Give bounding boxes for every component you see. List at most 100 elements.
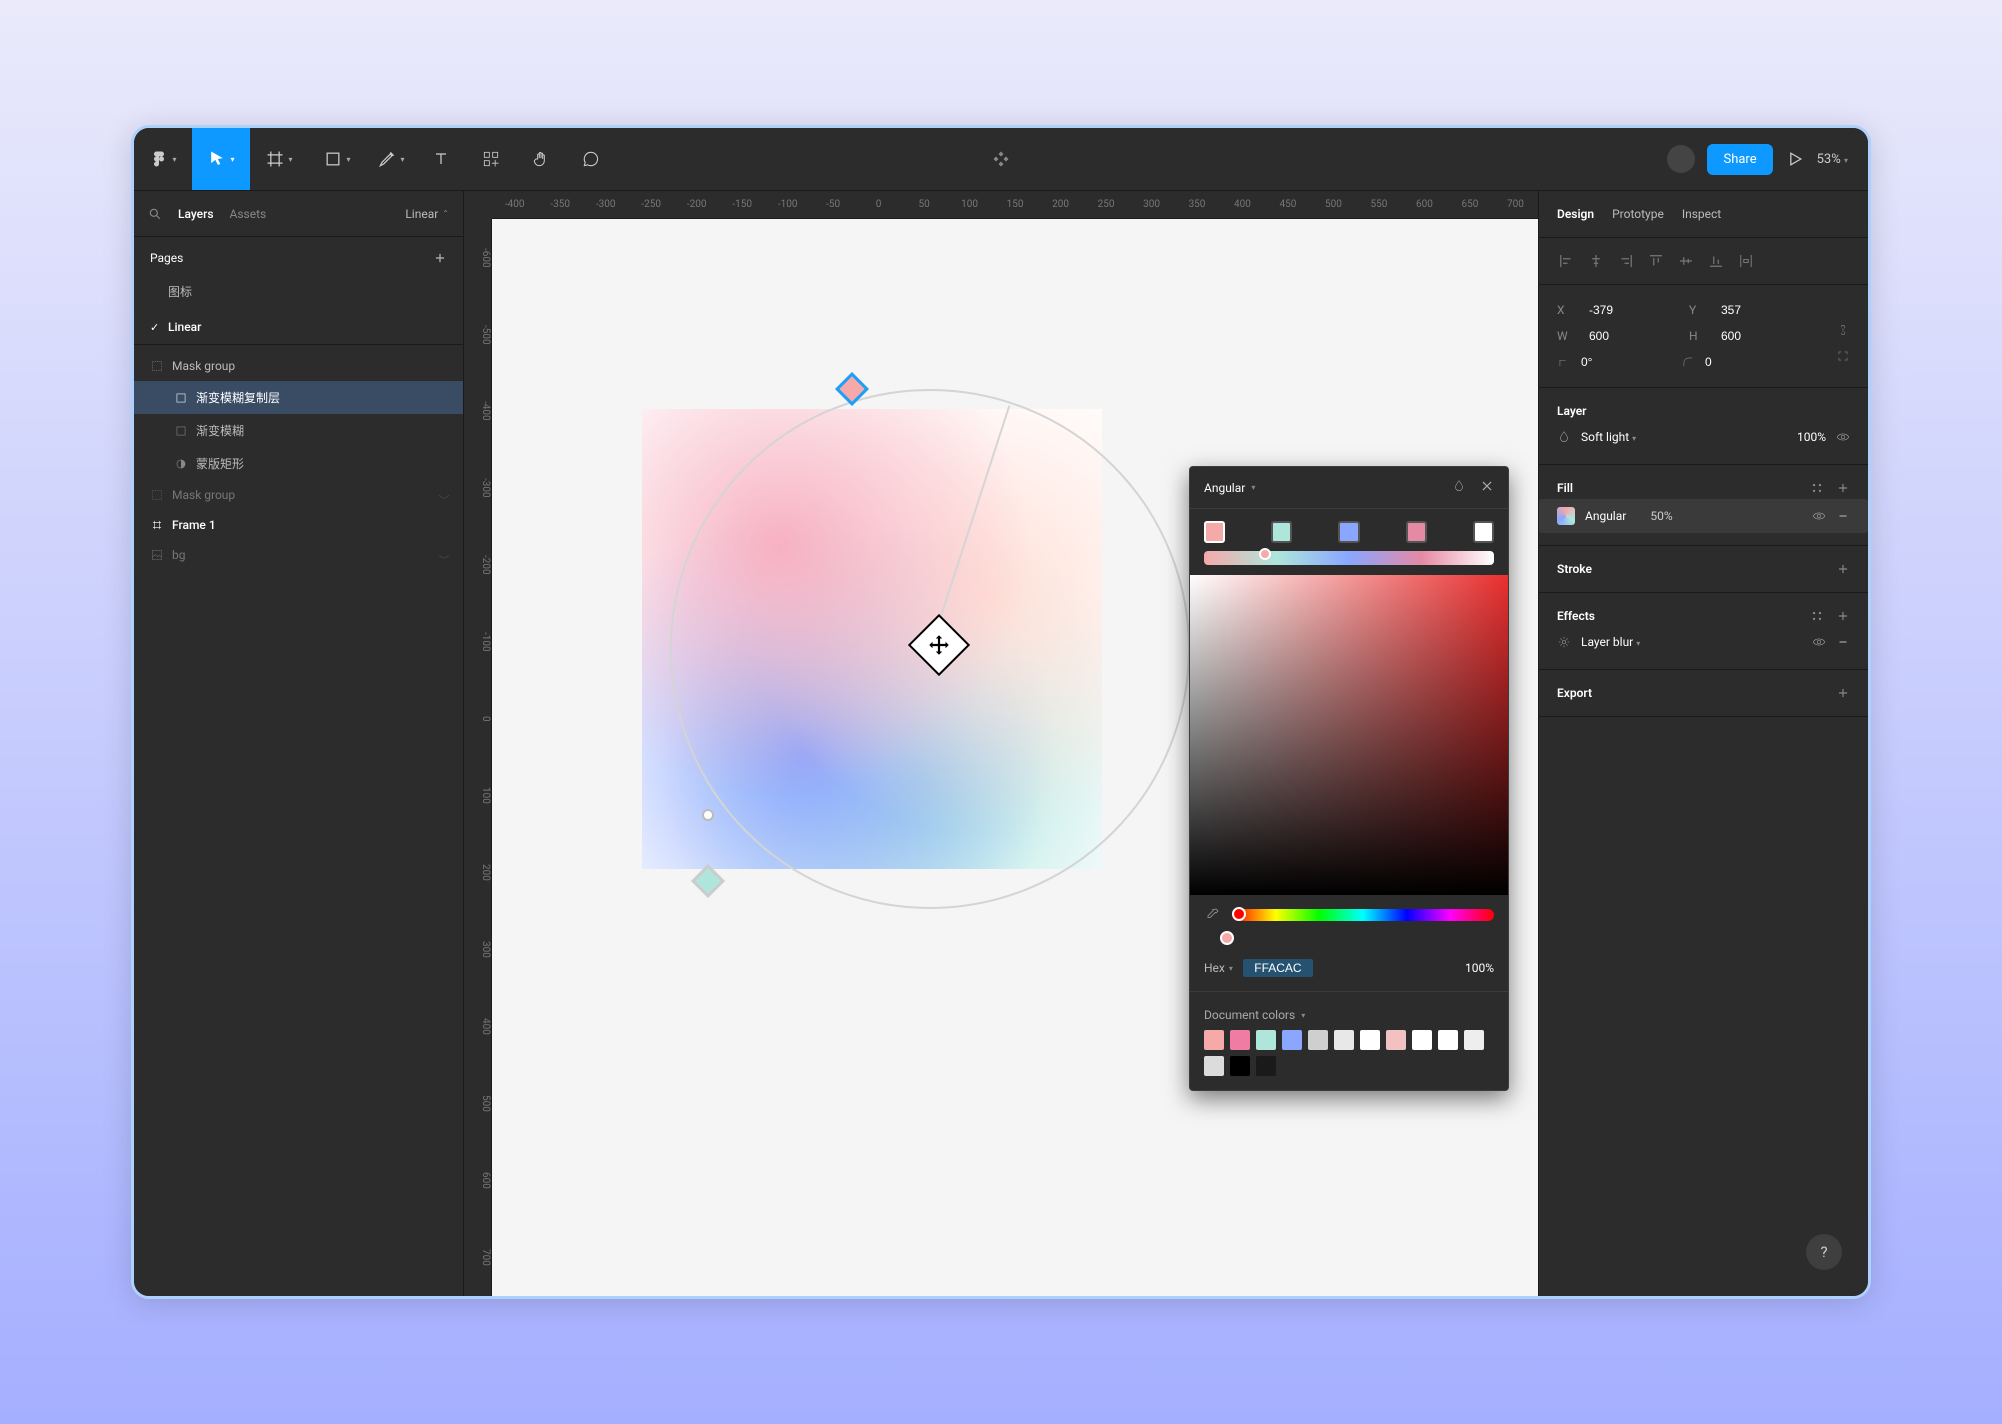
document-title-area[interactable] [991,149,1011,169]
add-effect-icon[interactable] [1836,609,1850,623]
align-top-icon[interactable] [1647,252,1665,270]
present-button[interactable] [1785,149,1805,169]
tab-prototype[interactable]: Prototype [1612,207,1664,221]
align-hcenter-icon[interactable] [1587,252,1605,270]
saturation-value-picker[interactable] [1190,575,1508,895]
close-button[interactable] [1480,479,1494,496]
rotation-input[interactable] [1581,355,1641,369]
help-button[interactable]: ? [1806,1234,1842,1270]
gradient-stop-swatch[interactable] [1271,521,1292,543]
shape-tool[interactable]: ▾ [308,128,366,190]
alpha-knob[interactable] [1220,931,1234,945]
document-color-swatch[interactable] [1412,1030,1432,1050]
visibility-icon[interactable] [1836,430,1850,444]
document-color-swatch[interactable] [1360,1030,1380,1050]
document-color-swatch[interactable] [1256,1056,1276,1076]
resources-tool[interactable] [466,128,516,190]
add-page-button[interactable] [433,251,447,265]
align-left-icon[interactable] [1557,252,1575,270]
hand-tool[interactable] [516,128,566,190]
file-name-dropdown[interactable]: Linear ⌃ [405,207,449,221]
gradient-stop-handle[interactable] [691,864,725,898]
document-color-swatch[interactable] [1204,1030,1224,1050]
style-icon[interactable] [1810,481,1824,495]
add-fill-icon[interactable] [1836,481,1850,495]
color-mode-dropdown[interactable]: Hex▾ [1204,961,1233,975]
constrain-proportions-icon[interactable] [1836,323,1850,337]
share-button[interactable]: Share [1707,144,1772,175]
layer-blur-copy[interactable]: 渐变模糊复制层 [134,381,463,414]
w-input[interactable] [1589,329,1649,343]
layer-blur[interactable]: 渐变模糊 [134,414,463,447]
align-bottom-icon[interactable] [1707,252,1725,270]
layer-mask-rect[interactable]: 蒙版矩形 [134,447,463,480]
hidden-icon[interactable] [437,548,451,562]
layers-tab[interactable]: Layers [178,207,214,221]
gradient-stop-swatch[interactable] [1473,521,1494,543]
remove-effect-icon[interactable] [1836,635,1850,649]
document-color-swatch[interactable] [1334,1030,1354,1050]
x-input[interactable] [1589,303,1649,317]
pen-tool[interactable]: ▾ [366,128,416,190]
document-color-swatch[interactable] [1230,1056,1250,1076]
blend-mode-icon[interactable] [1452,479,1466,493]
corner-input[interactable] [1705,355,1765,369]
tab-design[interactable]: Design [1557,207,1594,221]
document-color-swatch[interactable] [1204,1056,1224,1076]
remove-fill-icon[interactable] [1836,509,1850,523]
blend-mode-select[interactable]: Soft light ▾ [1581,430,1636,444]
assets-tab[interactable]: Assets [230,207,267,221]
hue-slider[interactable] [1232,909,1494,921]
align-right-icon[interactable] [1617,252,1635,270]
figma-menu-button[interactable]: ▾ [134,128,192,190]
fill-swatch[interactable] [1557,507,1575,525]
page-item[interactable]: 图标 [134,273,463,310]
align-vcenter-icon[interactable] [1677,252,1695,270]
gradient-center-handle[interactable] [702,809,714,821]
gradient-type-dropdown[interactable]: Angular▾ [1204,481,1255,495]
visibility-icon[interactable] [1812,635,1826,649]
document-color-swatch[interactable] [1464,1030,1484,1050]
document-color-swatch[interactable] [1438,1030,1458,1050]
effect-settings-icon[interactable] [1557,635,1571,649]
hidden-icon[interactable] [437,488,451,502]
gradient-stop-swatch[interactable] [1406,521,1427,543]
eyedropper-icon[interactable] [1204,907,1220,923]
fill-row[interactable]: Angular 50% [1539,499,1868,533]
frame-tool[interactable]: ▾ [250,128,308,190]
document-colors-dropdown[interactable]: Document colors▾ [1204,1008,1494,1030]
move-tool[interactable]: ▾ [192,128,250,190]
style-icon[interactable] [1810,609,1824,623]
h-input[interactable] [1721,329,1781,343]
gradient-stop-swatch[interactable] [1338,521,1359,543]
page-item[interactable]: Linear [134,310,463,344]
document-color-swatch[interactable] [1386,1030,1406,1050]
fill-opacity-value[interactable]: 50% [1650,509,1672,523]
search-icon[interactable] [148,207,162,221]
document-color-swatch[interactable] [1230,1030,1250,1050]
add-stroke-icon[interactable] [1836,562,1850,576]
visibility-icon[interactable] [1812,509,1826,523]
document-color-swatch[interactable] [1256,1030,1276,1050]
gradient-stop-knob[interactable] [1259,548,1271,560]
add-export-icon[interactable] [1836,686,1850,700]
gradient-stop-swatch[interactable] [1204,521,1225,543]
layer-mask-group-2[interactable]: Mask group [134,480,463,510]
zoom-dropdown[interactable]: 53% ▾ [1817,152,1848,167]
distribute-icon[interactable] [1737,252,1755,270]
comment-tool[interactable] [566,128,616,190]
effect-type-select[interactable]: Layer blur ▾ [1581,635,1640,649]
independent-corners-icon[interactable] [1836,349,1850,363]
tab-inspect[interactable]: Inspect [1682,207,1721,221]
hex-input[interactable] [1243,959,1313,977]
document-color-swatch[interactable] [1282,1030,1302,1050]
hue-knob[interactable] [1232,907,1246,921]
layer-bg[interactable]: bg [134,540,463,570]
layer-mask-group[interactable]: Mask group [134,351,463,381]
layer-frame1[interactable]: Frame 1 [134,510,463,540]
text-tool[interactable] [416,128,466,190]
opacity-value[interactable]: 100% [1465,961,1494,975]
document-color-swatch[interactable] [1308,1030,1328,1050]
user-avatar[interactable] [1667,145,1695,173]
layer-opacity-value[interactable]: 100% [1797,430,1826,444]
